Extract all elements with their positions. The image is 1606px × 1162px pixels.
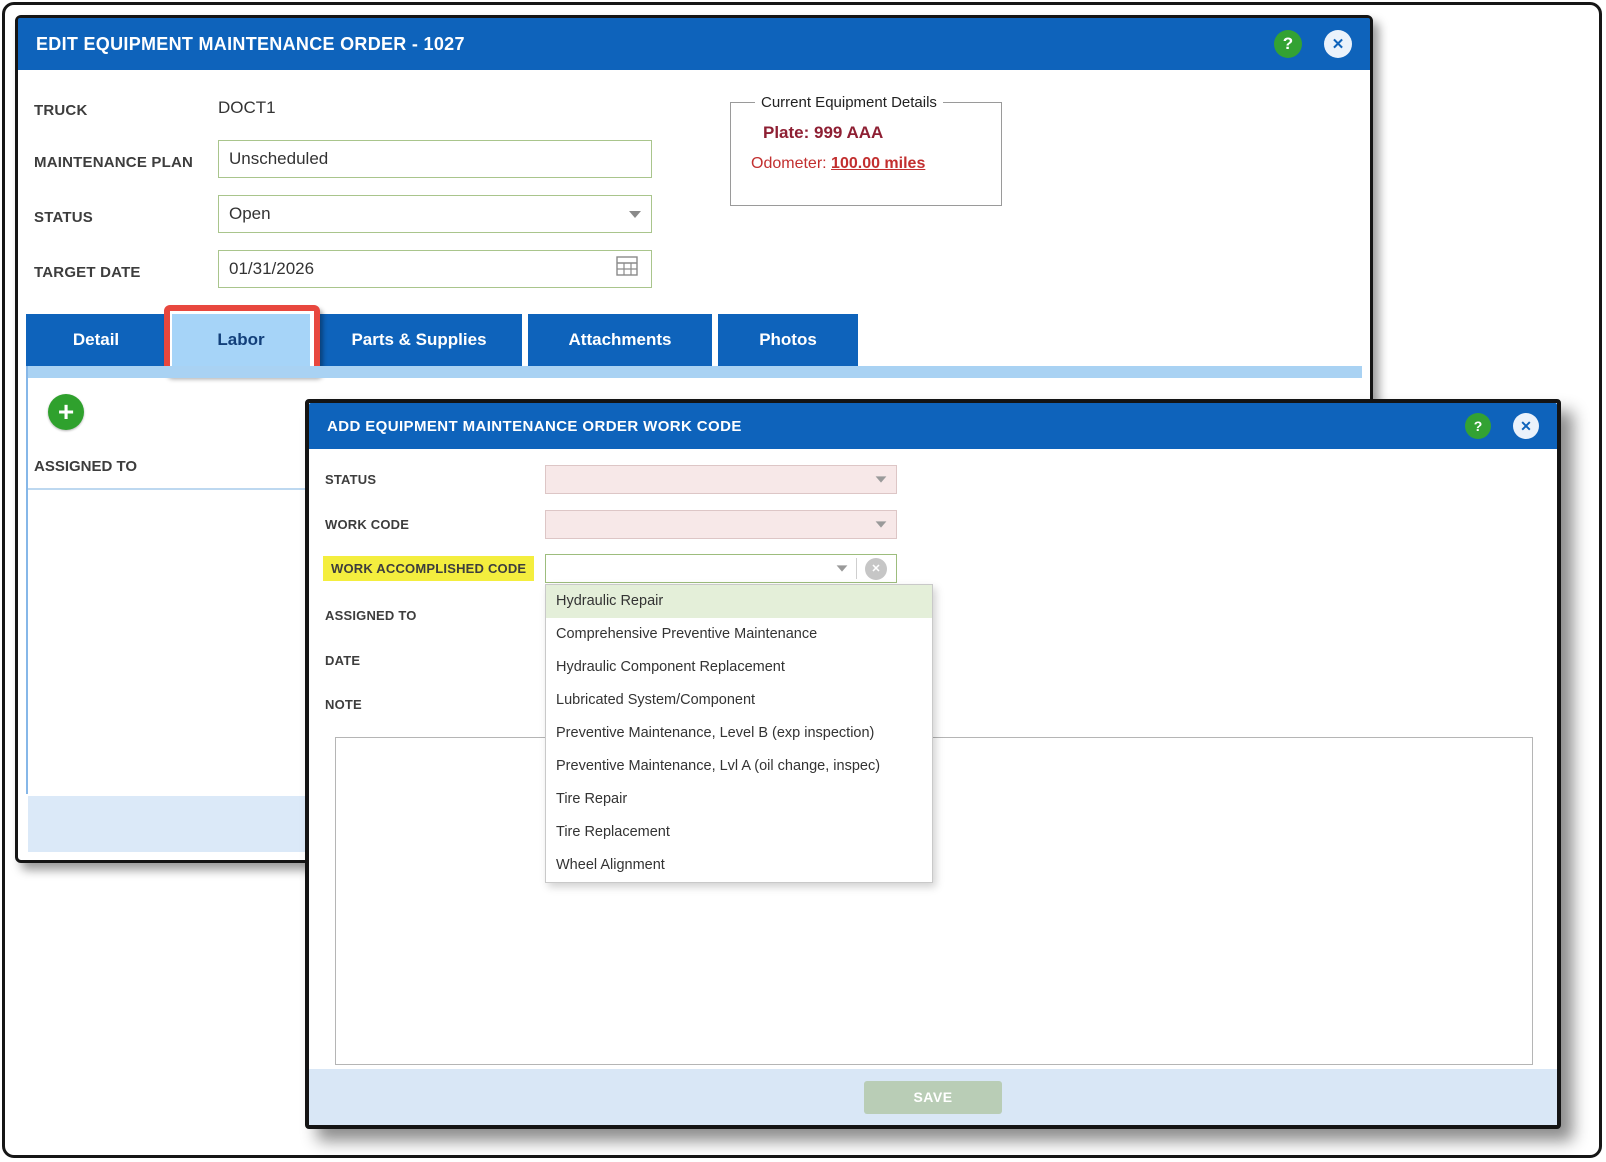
modal-note-label: NOTE: [325, 697, 362, 712]
modal-help-icon[interactable]: ?: [1465, 413, 1491, 439]
status-select[interactable]: Open: [218, 195, 652, 233]
maintenance-plan-input[interactable]: [218, 140, 652, 178]
target-date-label: TARGET DATE: [34, 264, 141, 281]
add-work-code-modal: ADD EQUIPMENT MAINTENANCE ORDER WORK COD…: [305, 399, 1561, 1129]
target-date-input[interactable]: [218, 250, 652, 288]
help-icon[interactable]: ?: [1274, 30, 1302, 58]
modal-date-label: DATE: [325, 653, 361, 668]
tab-detail[interactable]: Detail: [26, 314, 166, 366]
modal-status-select[interactable]: [545, 465, 897, 494]
work-accomplished-code-label: WORK ACCOMPLISHED CODE: [323, 556, 535, 581]
modal-titlebar: ADD EQUIPMENT MAINTENANCE ORDER WORK COD…: [309, 403, 1557, 449]
tab-photos[interactable]: Photos: [718, 314, 858, 366]
dropdown-option[interactable]: Hydraulic Component Replacement: [546, 651, 932, 684]
work-code-label: WORK CODE: [325, 517, 410, 532]
dropdown-option[interactable]: Lubricated System/Component: [546, 684, 932, 717]
maintenance-plan-label: MAINTENANCE PLAN: [34, 154, 194, 171]
main-titlebar: EDIT EQUIPMENT MAINTENANCE ORDER - 1027 …: [18, 18, 1370, 70]
work-accomplished-code-combo[interactable]: ✕: [545, 554, 897, 583]
assigned-to-column-header: ASSIGNED TO: [34, 458, 138, 475]
work-code-select[interactable]: [545, 510, 897, 539]
dropdown-option[interactable]: Hydraulic Repair: [546, 585, 932, 618]
modal-status-label: STATUS: [325, 472, 377, 487]
combo-divider: [856, 558, 857, 579]
calendar-icon[interactable]: [614, 254, 640, 278]
tab-parts-supplies[interactable]: Parts & Supplies: [316, 314, 522, 366]
chevron-down-icon: [875, 521, 887, 528]
plate-value: Plate: 999 AAA: [763, 123, 884, 142]
tab-bar: Detail Labor Parts & Supplies Attachment…: [26, 314, 858, 366]
plus-icon: +: [57, 396, 75, 427]
active-tab-strip: [26, 366, 1362, 378]
close-icon[interactable]: ✕: [1324, 30, 1352, 58]
note-textarea[interactable]: [335, 737, 1533, 1065]
dropdown-option[interactable]: Comprehensive Preventive Maintenance: [546, 618, 932, 651]
modal-title: ADD EQUIPMENT MAINTENANCE ORDER WORK COD…: [327, 417, 742, 435]
chevron-down-icon: [629, 210, 641, 218]
chevron-down-icon: [875, 476, 887, 483]
current-equipment-details-box: Current Equipment Details Plate: 999 AAA…: [730, 94, 1002, 206]
work-accomplished-dropdown: Hydraulic Repair Comprehensive Preventiv…: [545, 584, 933, 883]
chevron-down-icon: [836, 565, 848, 572]
dropdown-option[interactable]: Tire Repair: [546, 783, 932, 816]
dropdown-option[interactable]: Preventive Maintenance, Level B (exp ins…: [546, 717, 932, 750]
modal-assigned-to-label: ASSIGNED TO: [325, 608, 417, 623]
clear-icon[interactable]: ✕: [865, 557, 887, 580]
equipment-details-legend: Current Equipment Details: [761, 94, 937, 111]
odometer-value[interactable]: 100.00 miles: [831, 155, 925, 172]
window-title: EDIT EQUIPMENT MAINTENANCE ORDER - 1027: [36, 33, 465, 54]
dropdown-option[interactable]: Wheel Alignment: [546, 849, 932, 882]
tab-labor[interactable]: Labor: [172, 314, 310, 366]
odometer-label: Odometer:: [751, 155, 827, 172]
dropdown-option[interactable]: Preventive Maintenance, Lvl A (oil chang…: [546, 750, 932, 783]
labor-panel-border: [26, 366, 28, 794]
status-label: STATUS: [34, 209, 93, 226]
modal-footer: SAVE: [309, 1069, 1557, 1125]
modal-close-icon[interactable]: ✕: [1513, 413, 1539, 439]
save-button[interactable]: SAVE: [864, 1080, 1002, 1114]
status-select-value: Open: [229, 204, 271, 223]
add-labor-button[interactable]: +: [48, 394, 84, 430]
figure-frame: EDIT EQUIPMENT MAINTENANCE ORDER - 1027 …: [2, 2, 1602, 1158]
truck-label: TRUCK: [34, 102, 88, 119]
truck-value: DOCT1: [218, 98, 276, 117]
tab-attachments[interactable]: Attachments: [528, 314, 712, 366]
odometer-line: Odometer: 100.00 miles: [751, 155, 987, 173]
dropdown-option[interactable]: Tire Replacement: [546, 816, 932, 849]
